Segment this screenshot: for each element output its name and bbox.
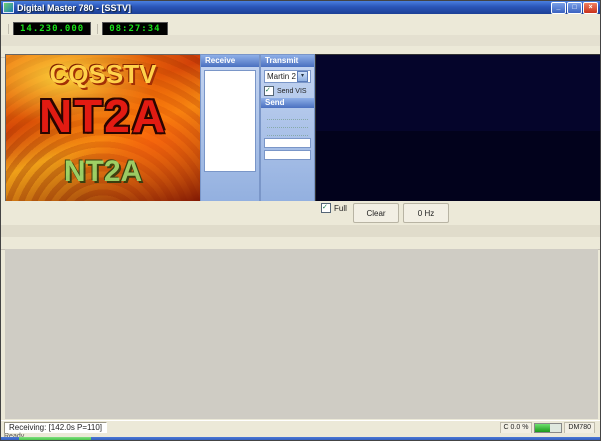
waterfall-display[interactable] <box>315 54 601 203</box>
placeholder-row <box>267 122 308 128</box>
send-section-title: Send <box>261 98 314 108</box>
rx-image-text-1: CQSSTV <box>6 59 200 90</box>
receive-panel-title: Receive <box>201 55 259 67</box>
window-title: Digital Master 780 - [SSTV] <box>17 3 550 13</box>
frequency-display[interactable]: 14.230.000 <box>13 22 91 36</box>
transmit-mode-value: Martin 2 <box>267 72 296 81</box>
status-bar: Receiving: [142.0s P=110] C 0.0 % DM780 <box>1 420 600 434</box>
minimize-button[interactable]: _ <box>551 2 566 14</box>
placeholder-row <box>267 114 308 120</box>
clock-display: 08:27:34 <box>102 22 167 36</box>
waterfall-area <box>316 131 601 202</box>
transmit-panel-title: Transmit <box>261 55 314 67</box>
rx-image-text-3: NT2A <box>6 155 200 189</box>
divider <box>8 24 9 34</box>
transmit-panel: Transmit Martin 2 ▾ ✓ Send VIS Send <box>260 54 315 214</box>
cpu-status: C 0.0 % <box>500 422 533 434</box>
maximize-button[interactable]: □ <box>567 2 582 14</box>
rx-image-text-2: NT2A <box>6 89 200 143</box>
chevron-down-icon[interactable]: ▾ <box>297 71 308 82</box>
level-meter <box>534 423 562 433</box>
progress-fill <box>19 437 91 441</box>
receive-panel: Receive <box>200 54 260 214</box>
divider <box>97 24 98 34</box>
tx-status-field <box>264 150 311 160</box>
frequency-offset-button[interactable]: 0 Hz <box>403 203 449 223</box>
app-icon <box>3 2 14 13</box>
app-status: DM780 <box>564 422 595 434</box>
transmit-mode-select[interactable]: Martin 2 ▾ <box>264 70 311 83</box>
receiving-status: Receiving: [142.0s P=110] <box>4 422 107 434</box>
received-sstv-image[interactable]: CQSSTV NT2A NT2A <box>5 54 201 203</box>
tx-progress-field <box>264 138 311 148</box>
gallery-grid <box>5 249 598 419</box>
receive-mode-list <box>204 70 256 172</box>
send-vis-checkbox[interactable]: ✓ <box>264 86 274 96</box>
close-button[interactable]: × <box>583 2 598 14</box>
control-strip: ✓ Full Clear 0 Hz <box>1 201 600 226</box>
placeholder-row <box>267 130 308 136</box>
full-label: Full <box>334 204 347 213</box>
send-vis-label: Send VIS <box>277 88 307 95</box>
title-bar: Digital Master 780 - [SSTV] _ □ × <box>1 1 600 14</box>
app-window: Digital Master 780 - [SSTV] _ □ × 14.230… <box>0 0 601 441</box>
full-checkbox[interactable]: ✓ <box>321 203 331 213</box>
spectrum-trace <box>316 71 601 129</box>
bottom-bar: Ready <box>1 433 600 441</box>
clear-button[interactable]: Clear <box>353 203 399 223</box>
